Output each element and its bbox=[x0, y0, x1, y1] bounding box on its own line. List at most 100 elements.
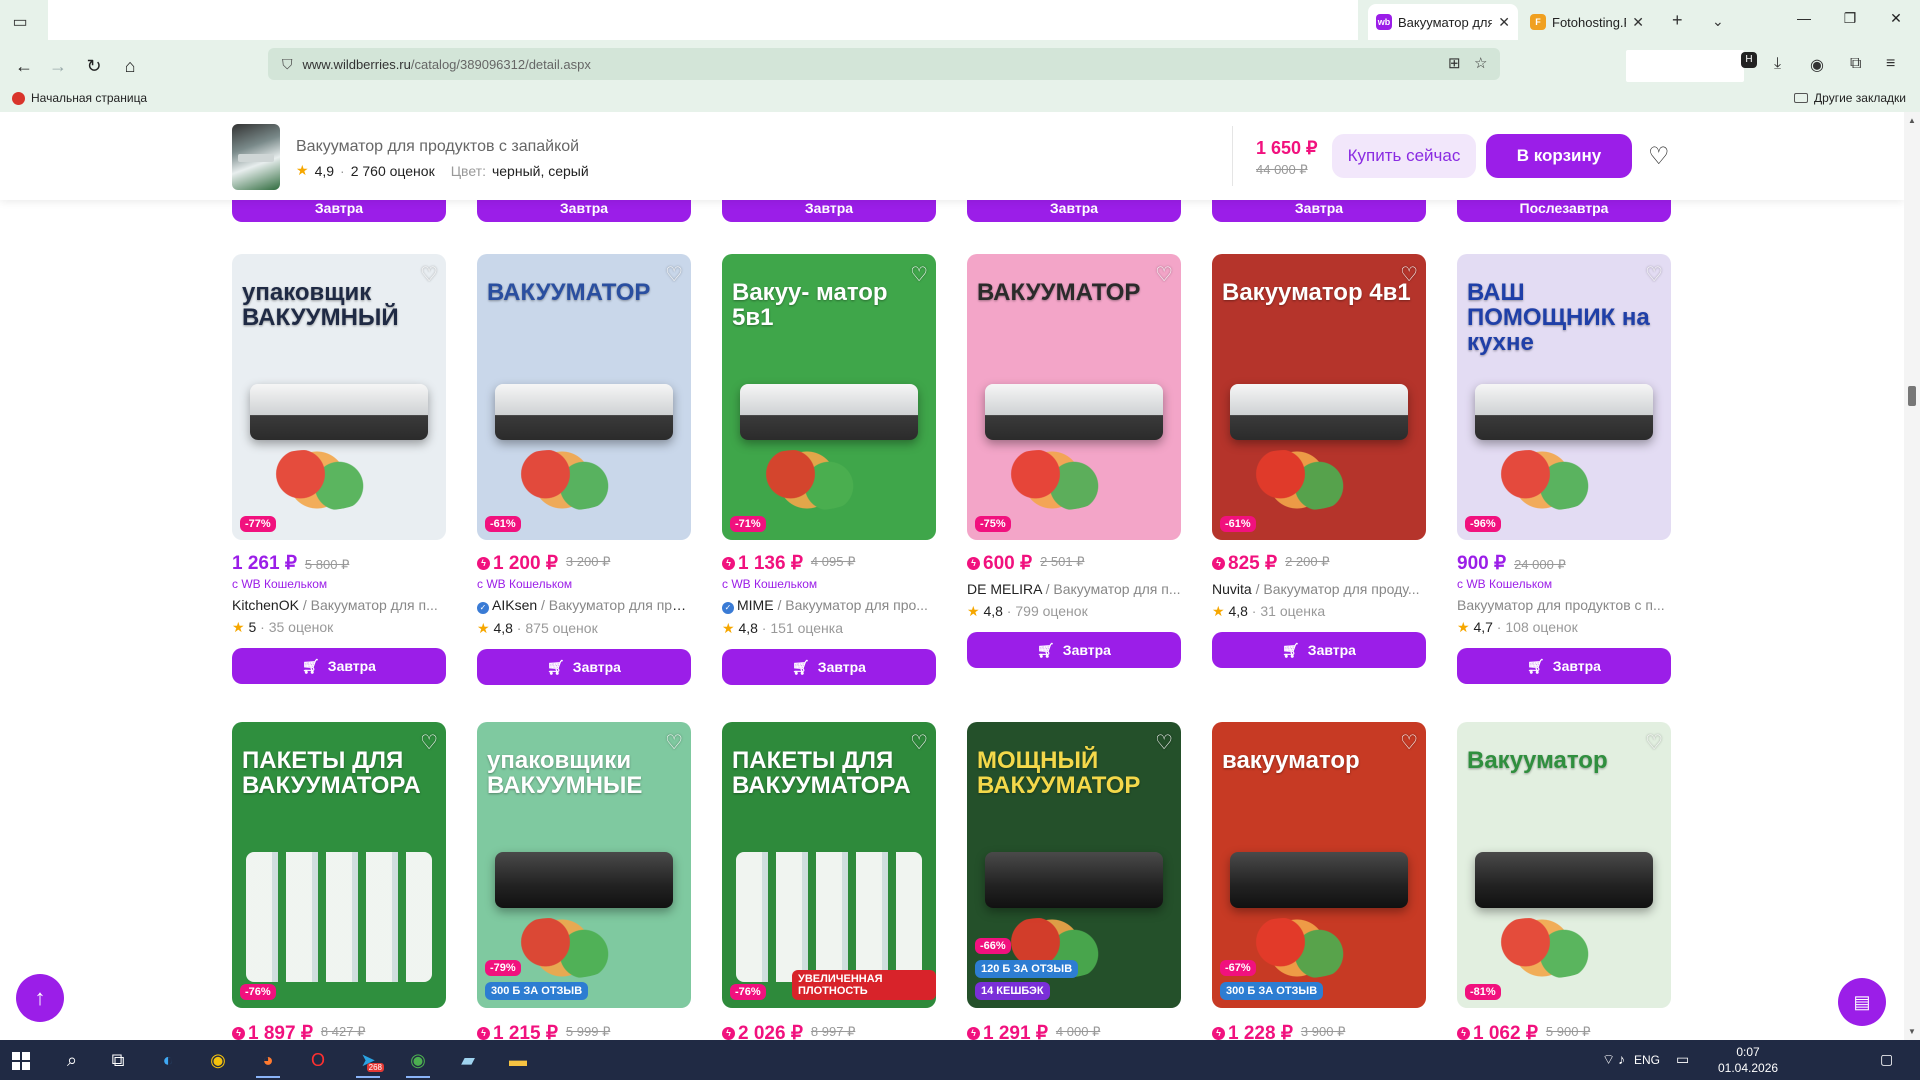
heart-icon[interactable]: ♡ bbox=[1648, 142, 1670, 171]
product-card[interactable]: МОЩНЫЙ ВАКУУМАТОР ♡ 14 КЕШБЭК 120 Б ЗА ОТЗЫ… bbox=[967, 722, 1181, 1040]
scrollbar-thumb[interactable] bbox=[1908, 386, 1916, 406]
product-name[interactable]: ✓ MIME / Вакууматор для про... bbox=[722, 597, 936, 614]
delivery-button[interactable]: 🛒︎ Завтра bbox=[722, 649, 936, 685]
heart-icon[interactable]: ♡ bbox=[1155, 730, 1173, 755]
product-image[interactable]: Вакууматор 4в1 ♡ -61% bbox=[1212, 254, 1426, 540]
product-name[interactable]: DE MELIRA / Вакууматор для п... bbox=[967, 581, 1181, 597]
new-tab-icon[interactable]: + bbox=[1672, 10, 1683, 31]
product-name[interactable]: ✓ AIKsen / Вакууматор для про... bbox=[477, 597, 691, 614]
reload-icon[interactable]: ↻ bbox=[80, 52, 108, 80]
product-card[interactable]: ВАШ ПОМОЩНИК на кухне ♡ -96% 900 ₽ 24 000 ₽ с… bbox=[1457, 254, 1671, 684]
file-explorer-icon[interactable]: ▬ bbox=[500, 1046, 536, 1074]
restore-icon[interactable]: ❐ bbox=[1838, 10, 1862, 27]
heart-icon[interactable]: ♡ bbox=[665, 262, 683, 287]
heart-icon[interactable]: ♡ bbox=[665, 730, 683, 755]
delivery-button[interactable]: 🛒︎ Завтра bbox=[232, 648, 446, 684]
star-bookmark-icon[interactable]: ☆ bbox=[1474, 54, 1487, 72]
product-card[interactable]: Вакууматор 4в1 ♡ -61% ϟ 825 ₽ 2 200 ₽ Nuvita /… bbox=[1212, 254, 1426, 668]
heart-icon[interactable]: ♡ bbox=[420, 262, 438, 287]
menu-icon[interactable]: ≡ bbox=[1886, 55, 1895, 73]
product-image[interactable]: ВАШ ПОМОЩНИК на кухне ♡ -96% bbox=[1457, 254, 1671, 540]
volume-icon[interactable]: ♪ bbox=[1618, 1051, 1625, 1067]
product-image[interactable]: ПАКЕТЫ ДЛЯ ВАКУУМАТОРА ♡ -76% bbox=[232, 722, 446, 1008]
product-image[interactable]: ВАКУУМАТОР ♡ -61% bbox=[477, 254, 691, 540]
scroll-up-button[interactable]: ↑ bbox=[16, 974, 64, 1022]
close-icon[interactable]: ✕ bbox=[1632, 14, 1644, 31]
product-card[interactable]: упаковщик ВАКУУМНЫЙ ♡ -77% 1 261 ₽ 5 800 ₽ с … bbox=[232, 254, 446, 684]
product-name[interactable]: Вакууматор для продуктов с п... bbox=[1457, 597, 1671, 613]
page-scrollbar[interactable]: ▲ ▼ bbox=[1904, 112, 1920, 1040]
product-card[interactable]: ПАКЕТЫ ДЛЯ ВАКУУМАТОРА ♡ -76% ϟ 1 897 ₽ 8 427… bbox=[232, 722, 446, 1040]
heart-icon[interactable]: ♡ bbox=[1400, 730, 1418, 755]
notifications-icon[interactable]: ▢ bbox=[1880, 1051, 1893, 1068]
product-name[interactable]: Nuvita / Вакууматор для проду... bbox=[1212, 581, 1426, 597]
wifi-icon[interactable]: ⌔ bbox=[1602, 1051, 1615, 1069]
chat-button[interactable]: ▤ bbox=[1838, 978, 1886, 1026]
product-card[interactable]: вакууматор ♡ 300 Б ЗА ОТЗЫВ -67% ϟ 1 228 ₽ 3 9… bbox=[1212, 722, 1426, 1040]
address-bar[interactable]: ⛉ www.wildberries.ru/catalog/389096312/d… bbox=[268, 48, 1500, 80]
shield-icon[interactable]: ⛉ bbox=[282, 56, 293, 73]
tab-wildberries[interactable]: wb Вакууматор для ✕ bbox=[1368, 4, 1518, 40]
scroll-up-arrow-icon[interactable]: ▲ bbox=[1908, 116, 1916, 125]
close-icon[interactable]: ✕ bbox=[1498, 14, 1510, 31]
product-image[interactable]: ВАКУУМАТОР ♡ -75% bbox=[967, 254, 1181, 540]
extension-h-icon[interactable]: H bbox=[1741, 52, 1757, 68]
window-close-icon[interactable]: ✕ bbox=[1884, 10, 1908, 27]
product-card[interactable]: ВАКУУМАТОР ♡ -75% ϟ 600 ₽ 2 501 ₽ DE MELIRA / … bbox=[967, 254, 1181, 668]
network-icon[interactable]: ▭ bbox=[1676, 1051, 1689, 1068]
delivery-button[interactable]: 🛒︎ Завтра bbox=[1212, 632, 1426, 668]
chevron-down-icon[interactable]: ⌄ bbox=[1712, 13, 1724, 30]
product-image[interactable]: МОЩНЫЙ ВАКУУМАТОР ♡ 14 КЕШБЭК 120 Б ЗА ОТЗЫ… bbox=[967, 722, 1181, 1008]
delivery-button[interactable]: 🛒︎ Завтра bbox=[967, 632, 1181, 668]
telegram-icon[interactable]: ➤ 268 bbox=[350, 1046, 386, 1078]
profile-area[interactable] bbox=[1626, 50, 1744, 82]
heart-icon[interactable]: ♡ bbox=[910, 262, 928, 287]
heart-icon[interactable]: ♡ bbox=[1155, 262, 1173, 287]
download-icon[interactable]: ⤓ bbox=[1774, 55, 1781, 73]
delivery-button[interactable]: 🛒︎ Завтра bbox=[1457, 648, 1671, 684]
product-image[interactable]: ПАКЕТЫ ДЛЯ ВАКУУМАТОРА ♡ УВЕЛИЧЕННАЯ ПЛОТН… bbox=[722, 722, 936, 1008]
heart-icon[interactable]: ♡ bbox=[910, 730, 928, 755]
product-card[interactable]: ПАКЕТЫ ДЛЯ ВАКУУМАТОРА ♡ УВЕЛИЧЕННАЯ ПЛОТН… bbox=[722, 722, 936, 1040]
forward-icon[interactable]: → bbox=[44, 52, 72, 80]
chrome-icon[interactable]: ◉ bbox=[200, 1046, 236, 1074]
edge-icon[interactable]: ◐ bbox=[150, 1046, 186, 1074]
reader-icon[interactable]: ⊞ bbox=[1448, 54, 1461, 72]
product-image[interactable]: упаковщик ВАКУУМНЫЙ ♡ -77% bbox=[232, 254, 446, 540]
buy-now-button[interactable]: Купить сейчас bbox=[1332, 134, 1476, 178]
extensions-icon[interactable]: ⧉ bbox=[1850, 55, 1861, 73]
minimize-icon[interactable]: — bbox=[1792, 10, 1816, 26]
product-name[interactable]: KitchenOK / Вакууматор для п... bbox=[232, 597, 446, 613]
tab-list-icon[interactable]: ▭ bbox=[6, 8, 34, 36]
product-card[interactable]: ВАКУУМАТОР ♡ -61% ϟ 1 200 ₽ 3 200 ₽ с WB Кошел… bbox=[477, 254, 691, 685]
product-image[interactable]: Вакууматор ♡ -81% bbox=[1457, 722, 1671, 1008]
input-language[interactable]: ENG bbox=[1634, 1053, 1660, 1067]
product-image[interactable]: Вакуу- матор 5в1 ♡ -71% bbox=[722, 254, 936, 540]
windows-start-icon[interactable] bbox=[12, 1052, 30, 1070]
task-view-icon[interactable]: ⧉ bbox=[100, 1046, 136, 1074]
blank-tab[interactable] bbox=[48, 0, 1358, 40]
heart-icon[interactable]: ♡ bbox=[1645, 262, 1663, 287]
bookmark-home[interactable]: Начальная страница bbox=[12, 91, 147, 105]
app-icon[interactable]: ▰ bbox=[450, 1046, 486, 1074]
clock[interactable]: 0:07 01.04.2026 bbox=[1718, 1044, 1778, 1076]
product-card[interactable]: упаковщики ВАКУУМНЫЕ ♡ 300 Б ЗА ОТЗЫВ -79% ϟ… bbox=[477, 722, 691, 1040]
firefox-icon[interactable]: ◕ bbox=[250, 1046, 286, 1078]
product-image[interactable]: вакууматор ♡ 300 Б ЗА ОТЗЫВ -67% bbox=[1212, 722, 1426, 1008]
search-icon[interactable]: ⌕ bbox=[54, 1046, 90, 1074]
back-icon[interactable]: ← bbox=[10, 52, 38, 80]
tab-fotohosting[interactable]: F Fotohosting.Pro ✕ bbox=[1522, 4, 1652, 40]
adblock-icon[interactable]: ◉ bbox=[1810, 55, 1824, 75]
heart-icon[interactable]: ♡ bbox=[1400, 262, 1418, 287]
heart-icon[interactable]: ♡ bbox=[1645, 730, 1663, 755]
product-card[interactable]: Вакууматор ♡ -81% ϟ 1 062 ₽ 5 900 ₽ bbox=[1457, 722, 1671, 1040]
opera-icon[interactable]: O bbox=[300, 1046, 336, 1074]
product-thumbnail[interactable] bbox=[232, 124, 280, 190]
add-to-cart-button[interactable]: В корзину bbox=[1486, 134, 1632, 178]
bookmark-other[interactable]: Другие закладки bbox=[1794, 91, 1906, 105]
heart-icon[interactable]: ♡ bbox=[420, 730, 438, 755]
product-reviews[interactable]: 2 760 оценок bbox=[351, 163, 435, 179]
product-card[interactable]: Вакуу- матор 5в1 ♡ -71% ϟ 1 136 ₽ 4 095 ₽ с WB… bbox=[722, 254, 936, 685]
product-image[interactable]: упаковщики ВАКУУМНЫЕ ♡ 300 Б ЗА ОТЗЫВ -79% bbox=[477, 722, 691, 1008]
chrome-icon-2[interactable]: ◉ bbox=[400, 1046, 436, 1078]
